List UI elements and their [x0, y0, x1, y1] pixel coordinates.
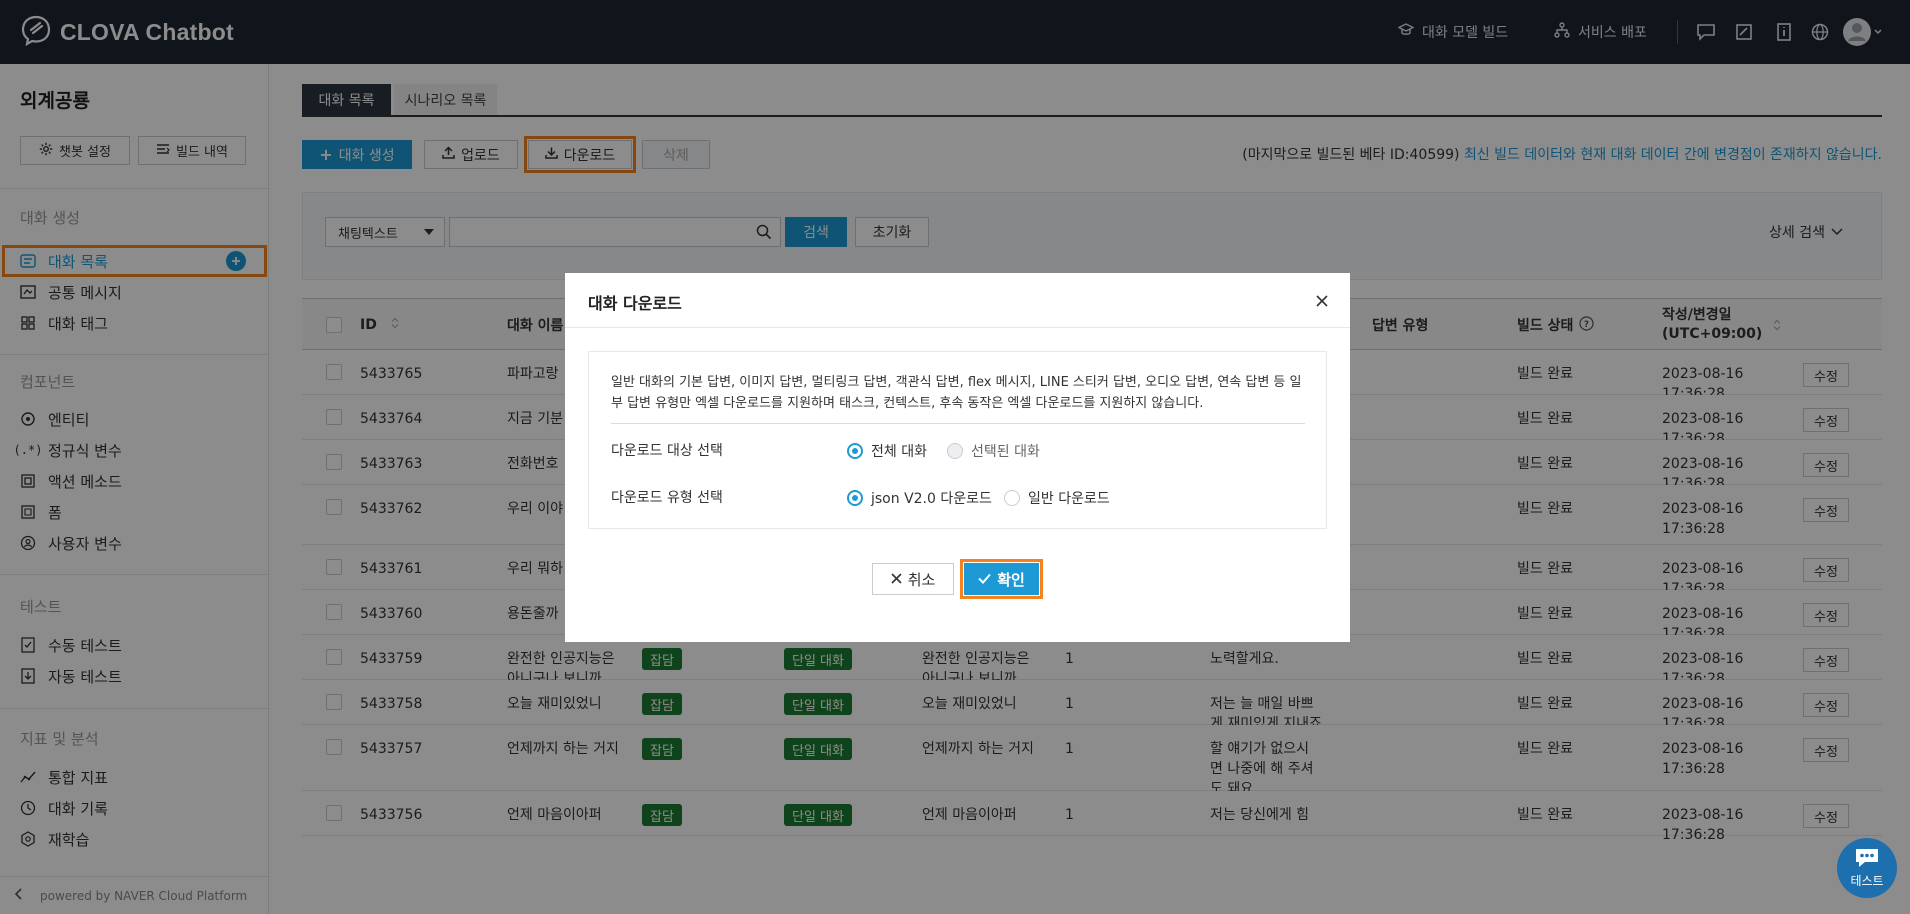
dialog-header: 대화 다운로드	[565, 273, 1350, 328]
chat-icon	[1853, 847, 1881, 872]
radio-disabled-icon	[947, 443, 963, 459]
radio-json-download[interactable]: json V2.0 다운로드	[847, 488, 992, 508]
dialog-body: 일반 대화의 기본 답변, 이미지 답변, 멀티링크 답변, 객관식 답변, f…	[588, 351, 1327, 529]
cancel-label: 취소	[907, 570, 936, 589]
confirm-highlight	[960, 559, 1043, 599]
download-dialog: 대화 다운로드 일반 대화의 기본 답변, 이미지 답변, 멀티링크 답변, 객…	[565, 273, 1350, 642]
cancel-button[interactable]: 취소	[872, 563, 954, 595]
radio-selected-conversations[interactable]: 선택된 대화	[947, 441, 1040, 461]
radio-unselected-icon	[1004, 490, 1020, 506]
radio-selected-icon	[847, 490, 863, 506]
radio-selected-conversations-label: 선택된 대화	[971, 444, 1040, 460]
floating-test-button[interactable]: 테스트	[1837, 838, 1897, 898]
close-icon[interactable]	[1312, 291, 1332, 311]
radio-selected-icon	[847, 443, 863, 459]
radio-normal-download[interactable]: 일반 다운로드	[1004, 488, 1110, 508]
download-type-label: 다운로드 유형 선택	[611, 490, 723, 506]
download-notice: 일반 대화의 기본 답변, 이미지 답변, 멀티링크 답변, 객관식 답변, f…	[611, 375, 1302, 411]
radio-normal-download-label: 일반 다운로드	[1028, 491, 1110, 507]
close-icon	[891, 570, 902, 588]
download-target-label: 다운로드 대상 선택	[611, 443, 723, 459]
radio-all-conversations[interactable]: 전체 대화	[847, 441, 927, 461]
radio-json-download-label: json V2.0 다운로드	[871, 491, 992, 507]
floating-test-label: 테스트	[1850, 874, 1884, 888]
dialog-title: 대화 다운로드	[588, 294, 682, 313]
radio-all-conversations-label: 전체 대화	[871, 444, 927, 460]
dialog-divider	[611, 423, 1305, 424]
